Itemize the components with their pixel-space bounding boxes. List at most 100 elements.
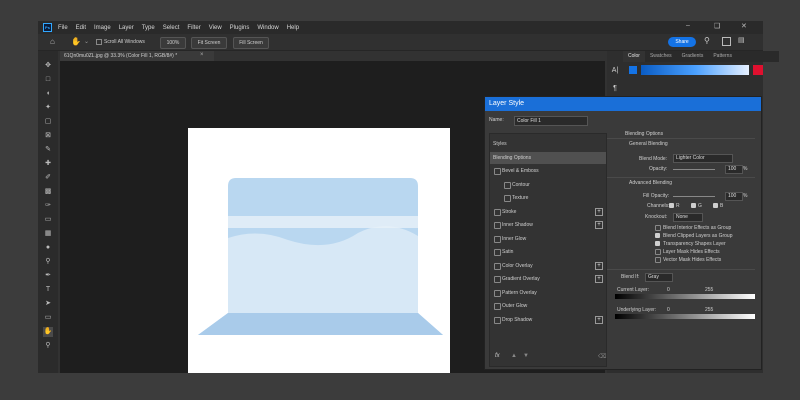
move-down-icon[interactable]: ▼ [523, 353, 529, 359]
name-input[interactable]: Color Fill 1 [514, 116, 588, 126]
style-checkbox[interactable] [494, 249, 501, 256]
trash-icon[interactable]: ⌫ [598, 353, 606, 360]
style-checkbox[interactable] [494, 262, 501, 270]
opacity-input[interactable]: 100 [725, 165, 743, 174]
zoom-tool-icon[interactable]: ⚲ [43, 341, 53, 351]
red-color-swatch[interactable] [753, 65, 763, 75]
foreground-color-swatch[interactable] [629, 66, 637, 74]
tab-swatches[interactable]: Swatches [645, 51, 677, 62]
menu-plugins[interactable]: Plugins [230, 25, 250, 31]
style-item[interactable]: Pattern Overlay [490, 287, 606, 299]
move-tool-icon[interactable]: ✥ [43, 61, 53, 71]
tab-patterns[interactable]: Patterns [708, 51, 737, 62]
style-item[interactable]: Styles [490, 138, 606, 150]
opacity-slider[interactable] [673, 169, 715, 170]
document-tab[interactable]: 61Qn0mu0ZL.jpg @ 33.3% (Color Fill 1, RG… [60, 51, 214, 61]
share-button[interactable]: Share [668, 37, 696, 47]
fill-screen-button[interactable]: Fill Screen [233, 37, 269, 49]
menu-view[interactable]: View [209, 25, 222, 31]
menu-image[interactable]: Image [94, 25, 111, 31]
style-checkbox[interactable] [494, 289, 501, 297]
style-checkbox[interactable] [494, 276, 501, 283]
menu-filter[interactable]: Filter [187, 25, 200, 31]
tab-gradients[interactable]: Gradients [677, 51, 709, 62]
marquee-tool-icon[interactable]: □ [43, 75, 53, 85]
style-item[interactable]: Drop Shadow + [490, 314, 606, 326]
menu-help[interactable]: Help [287, 25, 299, 31]
underlying-layer-gradient[interactable] [615, 314, 755, 319]
style-checkbox[interactable] [494, 303, 501, 310]
lasso-tool-icon[interactable]: ◖ [43, 89, 53, 99]
type-tool-icon[interactable]: T [43, 285, 53, 295]
path-selection-tool-icon[interactable]: ➤ [43, 299, 53, 309]
rectangle-tool-icon[interactable]: ▭ [43, 313, 53, 323]
document-canvas[interactable] [188, 128, 450, 373]
style-item[interactable]: Contour [490, 179, 606, 191]
dialog-title[interactable]: Layer Style [485, 97, 761, 111]
fit-screen-button[interactable]: Fit Screen [191, 37, 227, 49]
menu-layer[interactable]: Layer [119, 25, 134, 31]
knockout-select[interactable]: None [673, 213, 703, 222]
eyedropper-tool-icon[interactable]: ✎ [43, 145, 53, 155]
channel-g-checkbox[interactable] [691, 203, 696, 208]
style-item[interactable]: Color Overlay + [490, 260, 606, 272]
close-icon[interactable]: ✕ [741, 22, 747, 30]
style-item[interactable]: Texture [490, 192, 606, 204]
hand-tool-icon[interactable]: ✋ [43, 327, 53, 337]
arrange-icon[interactable]: ▤ [738, 36, 745, 44]
style-item[interactable]: Outer Glow [490, 300, 606, 312]
restore-icon[interactable]: ❑ [714, 22, 720, 30]
style-item[interactable]: Inner Shadow + [490, 219, 606, 231]
add-effect-icon[interactable]: + [595, 221, 603, 229]
menu-select[interactable]: Select [163, 25, 180, 31]
type-panel-icon[interactable]: A| [609, 65, 621, 77]
channel-r-checkbox[interactable] [669, 203, 674, 208]
menu-window[interactable]: Window [257, 25, 278, 31]
blend-option-checkbox[interactable] [655, 233, 660, 238]
add-effect-icon[interactable]: + [595, 315, 603, 324]
style-item[interactable]: Stroke + [490, 206, 606, 218]
style-item[interactable]: Blending Options [490, 151, 606, 164]
add-effect-icon[interactable]: + [595, 261, 603, 270]
home-icon[interactable]: ⌂ [50, 37, 55, 46]
zoom-100-button[interactable]: 100% [160, 37, 186, 49]
style-checkbox[interactable] [494, 222, 501, 229]
blend-option-checkbox[interactable] [655, 241, 660, 246]
clone-stamp-tool-icon[interactable]: ▩ [43, 187, 53, 197]
workspace-icon[interactable] [722, 37, 731, 46]
current-layer-gradient[interactable] [615, 294, 755, 299]
style-checkbox[interactable] [494, 208, 501, 216]
eraser-tool-icon[interactable]: ▭ [43, 215, 53, 225]
style-item[interactable]: Satin [490, 246, 606, 258]
add-effect-icon[interactable]: + [595, 275, 603, 283]
style-checkbox[interactable] [504, 181, 511, 189]
frame-tool-icon[interactable]: ⊠ [43, 131, 53, 141]
menu-edit[interactable]: Edit [76, 25, 86, 31]
menu-type[interactable]: Type [142, 25, 155, 31]
pen-tool-icon[interactable]: ✒ [43, 271, 53, 281]
blur-tool-icon[interactable]: ● [43, 243, 53, 253]
blend-option-checkbox[interactable] [655, 249, 661, 255]
history-brush-tool-icon[interactable]: ✑ [43, 201, 53, 211]
quick-selection-tool-icon[interactable]: ✦ [43, 103, 53, 113]
style-checkbox[interactable] [504, 195, 511, 202]
style-checkbox[interactable] [494, 316, 501, 324]
color-spectrum[interactable] [641, 65, 749, 75]
scroll-all-windows-checkbox[interactable] [96, 39, 102, 45]
channel-b-checkbox[interactable] [713, 203, 718, 208]
move-up-icon[interactable]: ▲ [511, 353, 517, 359]
crop-tool-icon[interactable]: ▢ [43, 117, 53, 127]
menu-file[interactable]: File [58, 25, 68, 31]
blend-option-checkbox[interactable] [655, 225, 661, 231]
blend-mode-select[interactable]: Lighter Color [673, 154, 733, 163]
gradient-tool-icon[interactable]: ▦ [43, 229, 53, 239]
tab-close-icon[interactable]: × [200, 52, 204, 58]
healing-brush-tool-icon[interactable]: ✚ [43, 159, 53, 169]
fill-opacity-slider[interactable] [673, 196, 715, 197]
paragraph-panel-icon[interactable]: ¶ [609, 83, 621, 95]
style-checkbox[interactable] [494, 168, 501, 175]
style-item[interactable]: Inner Glow [490, 233, 606, 245]
fx-button[interactable]: fx [495, 353, 500, 359]
style-item[interactable]: Bevel & Emboss [490, 165, 606, 177]
tab-color[interactable]: Color [623, 51, 645, 62]
